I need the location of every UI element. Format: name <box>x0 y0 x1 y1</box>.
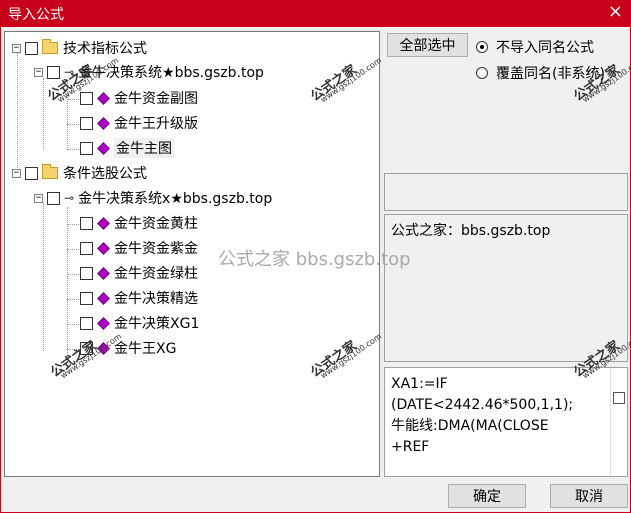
dialog-body: − 技术指标公式 − ⊸ 金牛决策系统★bbs.gszb.top 金牛资金副图 … <box>0 27 631 513</box>
tree-item-row[interactable]: 金牛决策精选 <box>80 287 198 309</box>
item-checkbox[interactable] <box>80 91 93 105</box>
collapse-icon[interactable]: − <box>34 193 43 203</box>
item-label: 金牛资金绿柱 <box>114 266 198 282</box>
select-all-button[interactable]: 全部选中 <box>387 33 468 57</box>
tree-system-row[interactable]: − ⊸ 金牛决策系统x★bbs.gszb.top <box>34 187 272 209</box>
tree-item-row[interactable]: 金牛资金副图 <box>80 87 198 109</box>
description-box <box>384 173 628 211</box>
tree-item-row[interactable]: 金牛决策XG1 <box>80 312 199 334</box>
item-checkbox[interactable] <box>80 216 93 230</box>
item-label: 金牛王升级版 <box>114 116 198 132</box>
item-checkbox[interactable] <box>80 241 93 255</box>
item-label: 金牛决策精选 <box>114 291 198 307</box>
formula-diamond-icon <box>97 216 110 230</box>
formula-preview[interactable]: XA1:=IF (DATE<2442.46*500,1,1); 牛能线:DMA(… <box>384 367 628 477</box>
item-checkbox[interactable] <box>80 141 93 155</box>
system-checkbox[interactable] <box>47 191 60 205</box>
window-title: 导入公式 <box>8 7 64 23</box>
formula-diamond-icon <box>97 91 110 105</box>
folder-icon <box>42 164 58 179</box>
formula-diamond-icon <box>97 116 110 130</box>
ok-button[interactable]: 确定 <box>448 484 526 508</box>
group-label: 技术指标公式 <box>63 41 147 57</box>
tree-item-row[interactable]: 金牛资金黄柱 <box>80 212 198 234</box>
system-checkbox[interactable] <box>47 65 60 79</box>
tree-item-row[interactable]: 金牛资金紫金 <box>80 237 198 259</box>
formula-line: (DATE<2442.46*500,1,1); <box>391 397 574 413</box>
info-box: 公式之家：bbs.gszb.top <box>384 214 628 362</box>
close-icon[interactable]: × <box>608 1 623 22</box>
radio-label: 不导入同名公式 <box>496 40 594 56</box>
tree-item-row[interactable]: 金牛主图 <box>80 137 174 159</box>
formula-diamond-icon <box>97 141 110 155</box>
group-checkbox[interactable] <box>25 166 38 180</box>
item-label: 金牛资金黄柱 <box>114 216 198 232</box>
radio-skip-duplicates[interactable]: 不导入同名公式 <box>476 37 594 57</box>
radio-icon[interactable] <box>476 67 488 79</box>
tree-item-row[interactable]: 金牛王升级版 <box>80 112 198 134</box>
tree-line <box>17 52 18 178</box>
formula-diamond-icon <box>97 316 110 330</box>
formula-line: +REF <box>391 439 430 455</box>
tree-line <box>67 324 81 325</box>
cancel-button[interactable]: 取消 <box>550 484 628 508</box>
folder-icon <box>42 39 58 54</box>
tree-line <box>67 224 81 225</box>
tree-group-row[interactable]: − 技术指标公式 <box>12 37 147 59</box>
tree-line <box>67 299 81 300</box>
item-checkbox[interactable] <box>80 116 93 130</box>
tree-line <box>67 149 81 150</box>
tree-line <box>67 274 81 275</box>
item-label: 金牛主图 <box>114 138 174 158</box>
scroll-checkbox[interactable] <box>613 392 625 404</box>
formula-line: 牛能线:DMA(MA(CLOSE <box>391 418 549 434</box>
formula-diamond-icon <box>97 241 110 255</box>
tree-group-row[interactable]: − 条件选股公式 <box>12 162 147 184</box>
formula-scrollbar[interactable] <box>610 368 627 476</box>
key-icon: ⊸ <box>64 191 75 205</box>
system-label: 金牛决策系统x★bbs.gszb.top <box>78 191 273 207</box>
item-label: 金牛资金副图 <box>114 91 198 107</box>
group-checkbox[interactable] <box>25 41 38 55</box>
tree-item-row[interactable]: 金牛资金绿柱 <box>80 262 198 284</box>
formula-diamond-icon <box>97 291 110 305</box>
info-text: 公式之家：bbs.gszb.top <box>391 223 551 239</box>
item-checkbox[interactable] <box>80 291 93 305</box>
item-label: 金牛决策XG1 <box>114 316 200 332</box>
item-label: 金牛王XG <box>114 341 177 357</box>
tree-line <box>43 203 44 351</box>
item-checkbox[interactable] <box>80 266 93 280</box>
collapse-icon[interactable]: − <box>12 168 21 178</box>
radio-icon[interactable] <box>476 41 488 53</box>
watermark-center: 公式之家 bbs.gszb.top <box>218 249 411 270</box>
group-label: 条件选股公式 <box>63 166 147 182</box>
formula-diamond-icon <box>97 266 110 280</box>
tree-line <box>67 249 81 250</box>
item-checkbox[interactable] <box>80 316 93 330</box>
title-bar: 导入公式 × <box>0 0 631 27</box>
tree-line <box>67 124 81 125</box>
item-label: 金牛资金紫金 <box>114 241 198 257</box>
collapse-icon[interactable]: − <box>12 43 21 53</box>
tree-line <box>67 207 68 353</box>
tree-line <box>67 99 81 100</box>
collapse-icon[interactable]: − <box>34 67 43 77</box>
